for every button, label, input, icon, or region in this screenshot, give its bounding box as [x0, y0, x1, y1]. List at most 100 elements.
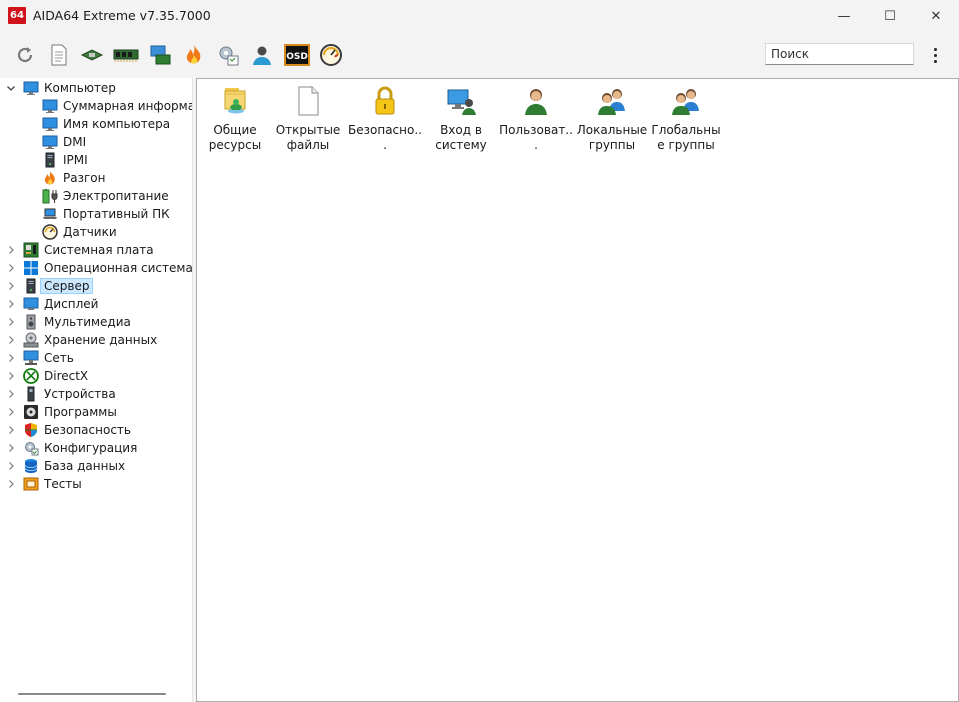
tree-item-label: Электропитание: [63, 189, 169, 203]
tree-item-label: Операционная система: [44, 261, 193, 275]
tree-item[interactable]: Устройства: [0, 385, 192, 403]
content-item[interactable]: Безопасно...: [347, 83, 423, 155]
maximize-button[interactable]: ☐: [867, 0, 913, 32]
chevron-right-icon[interactable]: [6, 385, 16, 403]
overclock-button[interactable]: [179, 41, 209, 69]
osd-icon: OSD: [284, 44, 310, 66]
windows-icon: [23, 260, 39, 276]
content-item-label: Общие ресурсы: [208, 123, 262, 152]
motherboard-button[interactable]: [77, 41, 107, 69]
flame-icon: [186, 45, 201, 64]
battery-icon: [42, 188, 58, 204]
chevron-right-icon[interactable]: [6, 421, 16, 439]
settings-icon: [219, 46, 239, 66]
tree-item-label: Сеть: [44, 351, 74, 365]
refresh-icon: [17, 47, 33, 63]
programs-icon: [23, 404, 39, 420]
tree-item[interactable]: Суммарная информация: [0, 97, 192, 115]
tree-item-label: Программы: [44, 405, 117, 419]
more-options-icon[interactable]: [925, 44, 945, 66]
chevron-right-icon[interactable]: [6, 313, 16, 331]
chevron-right-icon[interactable]: [6, 331, 16, 349]
tree-item[interactable]: Тесты: [0, 475, 192, 493]
tree-item[interactable]: Портативный ПК: [0, 205, 192, 223]
tree-item[interactable]: IPMI: [0, 151, 192, 169]
close-button[interactable]: ✕: [913, 0, 959, 32]
minimize-button[interactable]: —: [821, 0, 867, 32]
refresh-button[interactable]: [10, 41, 40, 69]
tree-item-label: Компьютер: [44, 81, 116, 95]
tree-item[interactable]: DirectX: [0, 367, 192, 385]
tree-item[interactable]: Компьютер: [0, 79, 192, 97]
svg-text:OSD: OSD: [286, 52, 308, 62]
content-item[interactable]: Вход в систему: [423, 83, 499, 155]
content-pane: Общие ресурсы Открытые файлы Безопасно... В…: [196, 78, 959, 702]
tree-item-label: База данных: [44, 459, 126, 473]
chevron-right-icon[interactable]: [6, 475, 16, 493]
server-icon: [23, 278, 39, 294]
tree-item[interactable]: Хранение данных: [0, 331, 192, 349]
content-item[interactable]: Локальные группы: [574, 83, 650, 155]
tree-item[interactable]: Датчики: [0, 223, 192, 241]
app-logo-icon: 64: [8, 7, 26, 24]
chevron-right-icon[interactable]: [6, 295, 16, 313]
tree-item[interactable]: Мультимедиа: [0, 313, 192, 331]
tree-item-label: Тесты: [44, 477, 82, 491]
database-icon: [23, 458, 39, 474]
lock-icon: [369, 85, 401, 117]
sensors-button[interactable]: [316, 41, 346, 69]
tree-item[interactable]: Электропитание: [0, 187, 192, 205]
osd-button[interactable]: OSD: [282, 41, 312, 69]
laptop-icon: [42, 206, 58, 222]
network-button[interactable]: [145, 41, 175, 69]
search-input[interactable]: [765, 43, 914, 65]
tree-item[interactable]: Безопасность: [0, 421, 192, 439]
tree-item-label: Сервер: [40, 278, 94, 294]
tree-item[interactable]: DMI: [0, 133, 192, 151]
chevron-right-icon[interactable]: [6, 367, 16, 385]
tree-item[interactable]: Сервер: [0, 277, 192, 295]
chevron-right-icon[interactable]: [6, 241, 16, 259]
monitor-icon: [42, 98, 58, 114]
content-item-label: Глобальные группы: [651, 123, 721, 152]
chevron-right-icon[interactable]: [6, 457, 16, 475]
chevron-down-icon[interactable]: [6, 79, 16, 97]
tree-item[interactable]: Операционная система: [0, 259, 193, 277]
content-item[interactable]: Открытые файлы: [270, 83, 346, 155]
report-button[interactable]: [44, 41, 74, 69]
memory-button[interactable]: [111, 41, 141, 69]
tree-item[interactable]: Имя компьютера: [0, 115, 192, 133]
tree-item-label: Портативный ПК: [63, 207, 170, 221]
chevron-right-icon[interactable]: [6, 259, 16, 277]
tree-item[interactable]: Программы: [0, 403, 192, 421]
chevron-right-icon[interactable]: [6, 277, 16, 295]
xbox-icon: [23, 368, 39, 384]
login-icon: [445, 85, 477, 117]
tree-item[interactable]: Системная плата: [0, 241, 192, 259]
tree-item[interactable]: Сеть: [0, 349, 192, 367]
horizontal-scrollbar[interactable]: [0, 687, 192, 702]
tree-item-label: Суммарная информация: [63, 99, 192, 113]
tree-item-label: Безопасность: [44, 423, 131, 437]
user-button[interactable]: [247, 41, 277, 69]
content-item[interactable]: Общие ресурсы: [197, 83, 273, 155]
chevron-right-icon[interactable]: [6, 439, 16, 457]
chevron-right-icon[interactable]: [6, 403, 16, 421]
monitor-icon: [42, 116, 58, 132]
tree-item-label: Дисплей: [44, 297, 99, 311]
chevron-right-icon[interactable]: [6, 349, 16, 367]
shared-folder-icon: [219, 85, 251, 117]
tree-item[interactable]: База данных: [0, 457, 192, 475]
content-item[interactable]: Глобальные группы: [648, 83, 724, 155]
file-icon: [292, 85, 324, 117]
scrollbar-thumb[interactable]: [18, 693, 166, 695]
tree-item[interactable]: Дисплей: [0, 295, 192, 313]
tree-item-label: DMI: [63, 135, 87, 149]
tree-item[interactable]: Разгон: [0, 169, 192, 187]
title-bar: 64 AIDA64 Extreme v7.35.7000 — ☐ ✕: [0, 0, 959, 32]
content-item[interactable]: Пользоват...: [498, 83, 574, 155]
settings-button[interactable]: [213, 41, 243, 69]
content-item-label: Открытые файлы: [275, 123, 341, 152]
content-item-label: Вход в систему: [435, 123, 487, 152]
tree-item[interactable]: Конфигурация: [0, 439, 192, 457]
